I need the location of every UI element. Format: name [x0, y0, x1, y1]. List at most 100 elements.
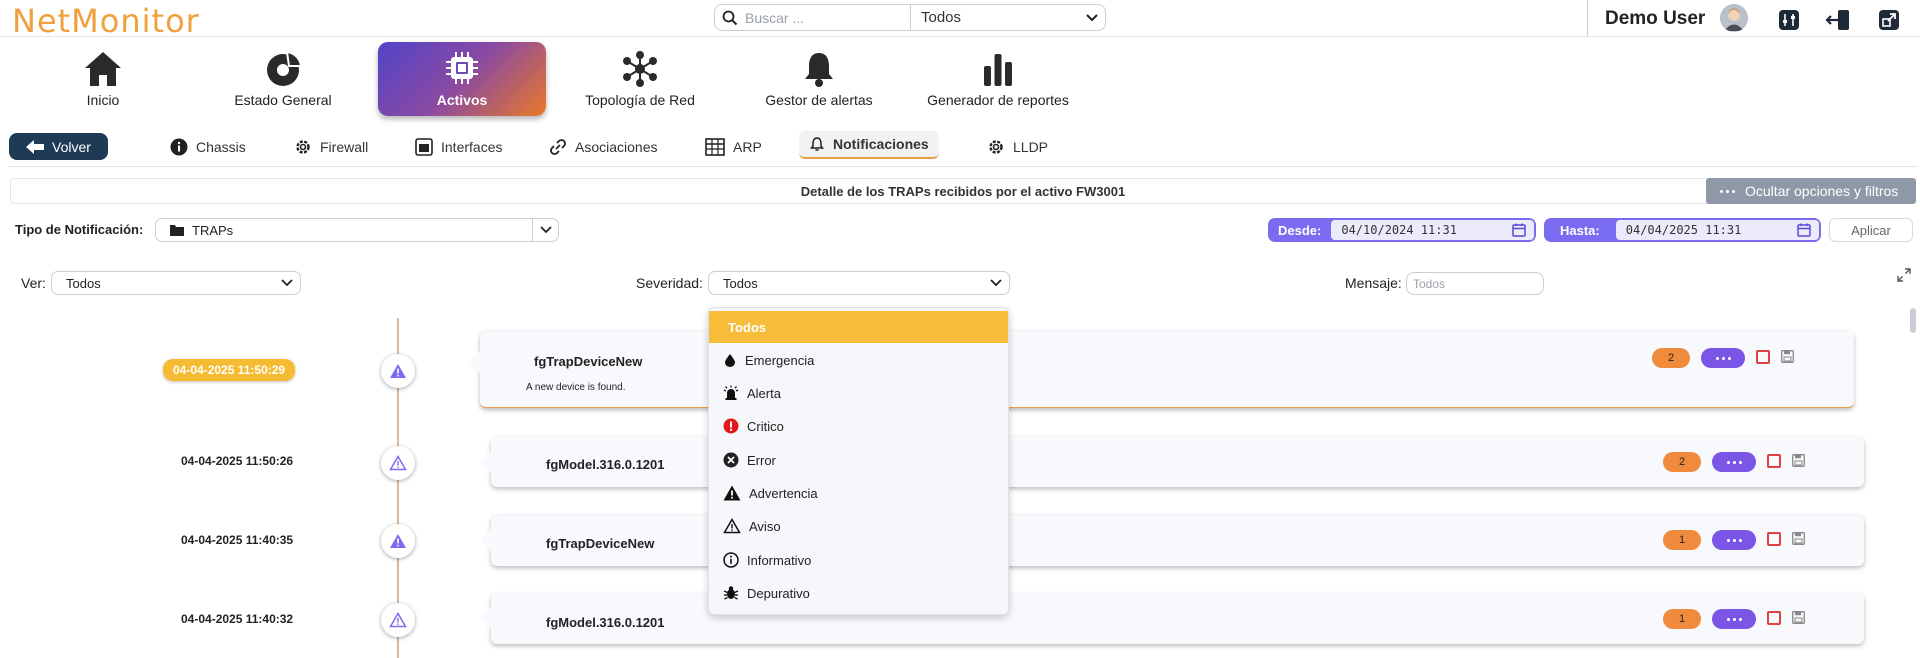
calendar-icon[interactable] — [1797, 223, 1811, 237]
event-time: 04-04-2025 11:50:29 — [163, 359, 296, 381]
event-time: 04-04-2025 11:40:35 — [181, 533, 294, 547]
tab-interfaces[interactable]: Interfaces — [415, 136, 502, 158]
option-label: Advertencia — [749, 485, 818, 501]
bell-icon — [805, 53, 833, 87]
nav-generador-reportes[interactable]: Generador de reportes — [914, 42, 1082, 116]
hasta-date-picker[interactable]: Hasta: 04/04/2025 11:31 — [1544, 218, 1821, 242]
event-name: fgTrapDeviceNew — [546, 536, 655, 551]
chevron-down-icon[interactable] — [983, 272, 1009, 294]
tab-notificaciones[interactable]: Notificaciones — [799, 131, 939, 159]
event-card[interactable]: fgTrapDeviceNew 1 — [480, 515, 1864, 566]
more-options-button[interactable] — [1701, 348, 1745, 368]
more-icon — [1720, 189, 1735, 193]
settings-sliders-icon[interactable] — [1777, 8, 1801, 32]
severity-option-depurativo[interactable]: Depurativo — [709, 577, 1008, 609]
event-time: 04-04-2025 11:50:26 — [181, 454, 294, 468]
severity-option-todos[interactable]: Todos — [709, 311, 1008, 343]
search-icon[interactable] — [715, 10, 745, 26]
more-options-button[interactable] — [1712, 452, 1756, 472]
severity-option-informativo[interactable]: Informativo — [709, 544, 1008, 576]
select-checkbox[interactable] — [1756, 350, 1770, 364]
external-link-icon[interactable] — [1877, 8, 1901, 32]
tab-label: Interfaces — [441, 139, 503, 155]
hasta-label: Hasta: — [1560, 222, 1600, 238]
tab-firewall[interactable]: Firewall — [294, 136, 368, 158]
hide-filters-button[interactable]: Ocultar opciones y filtros — [1706, 178, 1916, 204]
save-icon[interactable] — [1792, 532, 1805, 545]
more-options-button[interactable] — [1712, 609, 1756, 629]
severity-dropdown: Todos Emergencia Alerta Critico Error Ad… — [708, 307, 1009, 615]
user-name[interactable]: Demo User — [1605, 8, 1705, 30]
event-card[interactable]: fgModel.316.0.1201 1 — [480, 593, 1864, 644]
select-checkbox[interactable] — [1767, 532, 1781, 546]
back-button[interactable]: Volver — [9, 133, 108, 160]
save-icon[interactable] — [1792, 454, 1805, 467]
interfaces-icon — [415, 138, 433, 156]
option-label: Error — [747, 452, 776, 468]
tab-lldp[interactable]: LLDP — [987, 136, 1048, 158]
count-badge: 1 — [1663, 530, 1701, 550]
back-label: Volver — [52, 138, 91, 155]
drop-icon — [725, 354, 735, 367]
option-label: Informativo — [747, 552, 812, 568]
ver-value: Todos — [66, 275, 101, 291]
scrollbar[interactable] — [1910, 308, 1916, 333]
severity-option-alerta[interactable]: Alerta — [709, 377, 1008, 409]
chevron-down-icon[interactable] — [532, 219, 558, 241]
home-icon — [85, 52, 121, 86]
app-logo[interactable]: NetMonitor — [12, 2, 200, 40]
avatar[interactable] — [1720, 4, 1748, 32]
chevron-down-icon[interactable] — [1079, 13, 1105, 23]
search-input[interactable]: Buscar ... — [745, 5, 911, 30]
select-checkbox[interactable] — [1767, 454, 1781, 468]
option-label: Alerta — [747, 385, 781, 401]
severidad-value: Todos — [723, 275, 758, 291]
gear-icon — [989, 140, 1003, 154]
save-icon[interactable] — [1781, 350, 1794, 363]
nav-activos[interactable]: Activos — [378, 42, 546, 116]
critical-icon — [723, 418, 739, 434]
calendar-icon[interactable] — [1512, 223, 1526, 237]
severity-option-critico[interactable]: Critico — [709, 410, 1008, 442]
severity-option-aviso[interactable]: Aviso — [709, 510, 1008, 542]
mensaje-label: Mensaje: — [1345, 275, 1402, 291]
nav-label: Topología de Red — [585, 92, 695, 108]
warning-icon — [390, 534, 406, 548]
warning-outline-icon — [389, 455, 407, 471]
severity-option-advertencia[interactable]: Advertencia — [709, 477, 1008, 509]
event-card[interactable]: fgModel.316.0.1201 2 — [480, 437, 1864, 487]
expand-icon[interactable] — [1897, 268, 1911, 287]
tab-asociaciones[interactable]: Asociaciones — [549, 136, 658, 158]
tab-arp[interactable]: ARP — [705, 136, 762, 158]
ver-select[interactable]: Todos — [51, 271, 301, 295]
nav-inicio[interactable]: Inicio — [19, 42, 187, 116]
select-checkbox[interactable] — [1767, 611, 1781, 625]
nav-label: Generador de reportes — [927, 92, 1069, 108]
error-icon — [723, 452, 739, 468]
more-options-button[interactable] — [1712, 530, 1756, 550]
hasta-value: 04/04/2025 11:31 — [1625, 223, 1742, 237]
nav-estado-general[interactable]: Estado General — [199, 42, 367, 116]
mensaje-input[interactable]: Todos — [1406, 272, 1544, 295]
severidad-select[interactable]: Todos — [708, 271, 1010, 295]
chevron-down-icon[interactable] — [274, 272, 300, 294]
folder-icon — [170, 225, 184, 236]
tab-label: Notificaciones — [833, 136, 929, 152]
tipo-notificacion-select[interactable]: TRAPs — [155, 218, 559, 242]
desde-date-picker[interactable]: Desde: 04/10/2024 11:31 — [1268, 218, 1536, 242]
nav-topologia[interactable]: Topología de Red — [556, 42, 724, 116]
search-scope-select[interactable]: Todos — [911, 9, 1079, 26]
link-icon — [550, 139, 566, 155]
network-icon — [623, 51, 657, 87]
save-icon[interactable] — [1792, 611, 1805, 624]
event-name: fgTrapDeviceNew — [534, 354, 643, 369]
info-icon — [170, 138, 188, 156]
event-card[interactable]: fgTrapDeviceNew A new device is found. 2 — [469, 331, 1854, 408]
severity-option-emergencia[interactable]: Emergencia — [709, 344, 1008, 376]
tab-chassis[interactable]: Chassis — [170, 136, 246, 158]
global-search: Buscar ... Todos — [714, 4, 1106, 31]
severity-option-error[interactable]: Error — [709, 444, 1008, 476]
logout-icon[interactable] — [1825, 8, 1849, 32]
nav-gestor-alertas[interactable]: Gestor de alertas — [735, 42, 903, 116]
apply-button[interactable]: Aplicar — [1829, 218, 1913, 242]
